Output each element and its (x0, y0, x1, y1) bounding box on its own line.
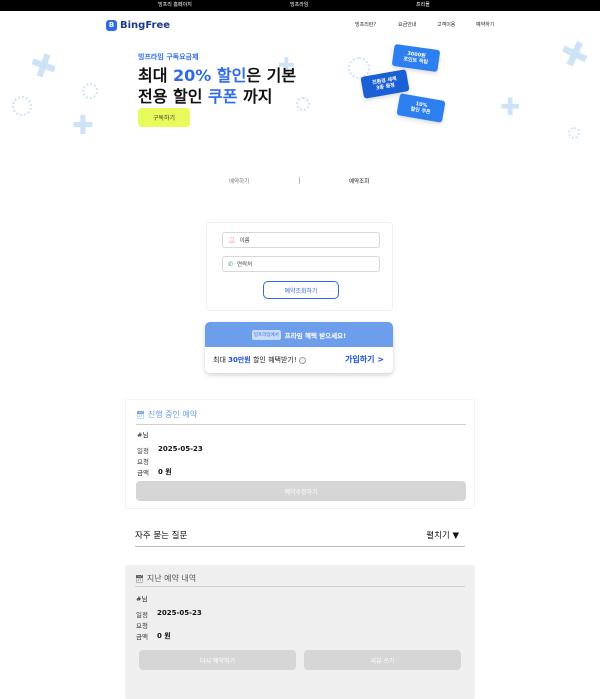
tab-lookup[interactable]: 예약조회 (349, 177, 369, 185)
logo-text: BingFree (120, 19, 171, 31)
past-reservations-title: 📅︎ 지난 예약 내역 (135, 574, 197, 583)
burst-icon (82, 83, 98, 99)
phone-icon: ✆ (228, 260, 234, 268)
tab-divider (299, 177, 300, 184)
logo-icon: B (106, 19, 117, 31)
faq-section[interactable]: 자주 묻는 질문 펼치기 ▼ (125, 518, 475, 556)
burst-icon (296, 97, 310, 111)
burst-icon (12, 96, 32, 116)
promo-headline: 프라임 혜택 받으세요! (284, 331, 347, 340)
topbar-link-prime[interactable]: 빙프라임 (290, 1, 308, 10)
active-reservation-card: 📅︎ 진행 중인 예약 #님 일정 2025-05-23 요청 금액 0 원 예… (125, 399, 475, 509)
user-name: #님 (136, 595, 148, 603)
divider (135, 586, 465, 587)
nav-link-pricing[interactable]: 요금안내 (398, 21, 416, 28)
date-label: 일정 (136, 611, 148, 619)
sparkle-icon: ✚ (24, 43, 63, 89)
amount-label: 금액 (137, 469, 149, 477)
promo-text: 최대 30만원 할인 혜택받기! i (213, 355, 306, 365)
hero-title: 최대 20% 할인은 기본 전용 할인 쿠폰 까지 (138, 65, 296, 107)
write-review-button[interactable]: 리뷰 쓰기 (304, 650, 461, 670)
promo-badge: 빙프라임에서 (251, 329, 281, 340)
main-nav: B BingFree 빙프리란? 요금안내 고객이용 예약하기 (0, 11, 600, 39)
rebook-button[interactable]: 다시 예약하기 (139, 650, 296, 670)
sparkle-icon: ✚ (500, 93, 521, 121)
reservation-tabs: 예약하기 예약조회 (190, 172, 410, 192)
hero-title-line1: 최대 20% 할인은 기본 (138, 66, 297, 85)
coupon-points: 3000원 포인트 적립 (391, 43, 441, 73)
date-label: 일정 (137, 447, 149, 455)
promo-body: 최대 30만원 할인 혜택받기! i 가입하기 > (205, 347, 393, 373)
prime-promo-banner[interactable]: 빙프라임에서 프라임 혜택 받으세요! 최대 30만원 할인 혜택받기! i 가입… (205, 322, 393, 373)
faq-title: 자주 묻는 질문 (135, 531, 188, 541)
request-label: 요청 (136, 622, 148, 630)
name-input[interactable]: 👤︎ 이름 (222, 232, 380, 248)
calendar-icon: 📅︎ (135, 574, 144, 583)
burst-icon (568, 127, 580, 139)
hero-subtitle: 빙프라임 구독요금제 (138, 53, 199, 61)
amount-value: 0 원 (158, 468, 172, 476)
faq-expand-toggle[interactable]: 펼치기 ▼ (426, 529, 459, 541)
amount-label: 금액 (136, 633, 148, 641)
request-label: 요청 (137, 458, 149, 466)
lookup-button[interactable]: 예약조회하기 (263, 281, 339, 299)
sparkle-icon: ✚ (72, 111, 94, 141)
join-link[interactable]: 가입하기 > (345, 354, 384, 365)
tab-reserve[interactable]: 예약하기 (229, 177, 249, 185)
nav-link-reserve[interactable]: 예약하기 (476, 21, 494, 28)
divider (136, 424, 466, 425)
promo-header: 빙프라임에서 프라임 혜택 받으세요! (205, 322, 393, 347)
coupon-discount: 10% 할인 쿠폰 (396, 93, 446, 123)
nav-link-guide[interactable]: 고객이용 (437, 21, 455, 28)
lookup-form: 👤︎ 이름 ✆ 연락처 예약조회하기 (206, 222, 393, 311)
active-reservation-title: 📅︎ 진행 중인 예약 (136, 410, 198, 419)
hero-title-line2: 전용 할인 쿠폰 까지 (138, 87, 273, 106)
date-value: 2025-05-23 (158, 445, 203, 453)
user-name: #님 (137, 431, 149, 439)
modify-reservation-button[interactable]: 예약수정하기 (136, 481, 466, 501)
date-value: 2025-05-23 (157, 609, 202, 617)
topbar-link-home[interactable]: 빙프리 홈페이지 (158, 1, 192, 10)
topbar-link-mall[interactable]: 프리몰 (416, 1, 430, 10)
calendar-icon: 📅︎ (136, 410, 145, 419)
person-icon: 👤︎ (228, 236, 236, 244)
phone-input[interactable]: ✆ 연락처 (222, 256, 380, 272)
sparkle-icon: ✚ (552, 39, 596, 80)
info-icon[interactable]: i (298, 356, 306, 364)
divider (135, 546, 465, 547)
nav-link-about[interactable]: 빙프리란? (355, 21, 376, 28)
top-bar: 빙프리 홈페이지 빙프라임 프리몰 (0, 0, 600, 11)
subscribe-button[interactable]: 구독하기 (138, 108, 190, 127)
logo[interactable]: B BingFree (106, 18, 170, 32)
hero-banner: ✚ ✚ ✚ ✚ ✚ 빙프라임 구독요금제 최대 20% 할인은 기본 전용 할인… (0, 39, 600, 149)
past-reservations-card: 📅︎ 지난 예약 내역 #님 일정 2025-05-23 요청 금액 0 원 다… (125, 565, 475, 699)
amount-value: 0 원 (157, 632, 171, 640)
